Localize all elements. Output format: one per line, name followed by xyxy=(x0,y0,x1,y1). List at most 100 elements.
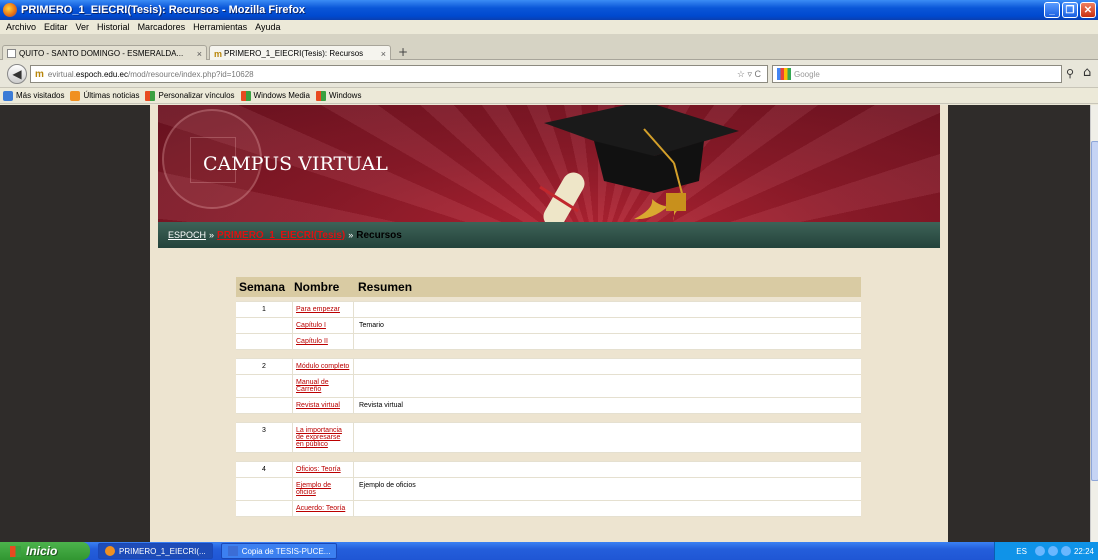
moodle-icon: m xyxy=(35,68,44,80)
menu-herramientas[interactable]: Herramientas xyxy=(193,22,247,32)
week-block: 3 La importancia de expresarse en públic… xyxy=(236,422,861,453)
firefox-icon xyxy=(3,3,17,17)
bookmark-windows-media[interactable]: Windows Media xyxy=(240,90,310,101)
table-row: Capítulo II xyxy=(236,334,861,350)
taskbar-item-firefox[interactable]: PRIMERO_1_EIECRI(... xyxy=(98,543,213,559)
windows-logo-icon xyxy=(10,545,21,557)
resource-link[interactable]: Revista virtual xyxy=(296,402,340,409)
taskbar: Inicio PRIMERO_1_EIECRI(... Copia de TES… xyxy=(0,542,1098,560)
menu-archivo[interactable]: Archivo xyxy=(6,22,36,32)
week-block: 2 Módulo completo Manual de Carreño Revi… xyxy=(236,358,861,414)
resource-link[interactable]: Para empezar xyxy=(296,306,340,313)
breadcrumb-course[interactable]: PRIMERO_1_EIECRI(Tesis) xyxy=(217,230,345,241)
windows-icon xyxy=(316,90,326,101)
bookmark-windows[interactable]: Windows xyxy=(316,90,362,101)
menu-ver[interactable]: Ver xyxy=(76,22,90,32)
resource-summary xyxy=(354,462,861,477)
tray-icon[interactable] xyxy=(1034,546,1045,556)
resource-link[interactable]: Manual de Carreño xyxy=(296,379,329,393)
banner-title: CAMPUS VIRTUAL xyxy=(203,153,388,175)
search-placeholder: Google xyxy=(794,69,820,79)
bookmark-personalizar[interactable]: Personalizar vínculos xyxy=(145,90,235,101)
week-block: 1 Para empezar Capítulo I Temario Capítu… xyxy=(236,301,861,350)
table-row: 3 La importancia de expresarse en públic… xyxy=(236,423,861,453)
week-number: 4 xyxy=(262,466,266,473)
resource-link[interactable]: Capítulo I xyxy=(296,322,326,329)
bookmark-star-icon[interactable]: ☆ ▿ C xyxy=(737,69,761,80)
resource-link[interactable]: Capítulo II xyxy=(296,338,328,345)
table-row: 2 Módulo completo xyxy=(236,359,861,375)
bookmark-label: Últimas noticias xyxy=(83,91,140,100)
firefox-icon xyxy=(105,546,115,556)
breadcrumb-espoch[interactable]: ESPOCH xyxy=(168,230,206,240)
resource-summary: Revista virtual xyxy=(359,402,403,409)
start-button[interactable]: Inicio xyxy=(0,542,90,560)
window-title: PRIMERO_1_EIECRI(Tesis): Recursos - Mozi… xyxy=(21,4,306,16)
bookmark-label: Windows Media xyxy=(253,91,310,100)
resource-link[interactable]: Acuerdo: Teoría xyxy=(296,505,345,512)
tab-label: QUITO - SANTO DOMINGO - ESMERALDA... xyxy=(19,49,184,58)
header-semana: Semana xyxy=(239,280,286,294)
window-titlebar: PRIMERO_1_EIECRI(Tesis): Recursos - Mozi… xyxy=(0,0,1098,20)
table-row: Manual de Carreño xyxy=(236,375,861,398)
resource-summary xyxy=(354,375,861,397)
google-icon xyxy=(777,68,791,80)
vertical-scrollbar[interactable] xyxy=(1090,105,1098,542)
table-row: Acuerdo: Teoría xyxy=(236,501,861,517)
page-viewport: CAMPUS VIRTUAL ESPOCH » PRIMERO_1_EIECRI… xyxy=(0,105,1090,542)
tab-recursos[interactable]: m PRIMERO_1_EIECRI(Tesis): Recursos × xyxy=(209,45,391,61)
url-host: espoch.edu.ec xyxy=(75,69,128,79)
new-tab-button[interactable]: + xyxy=(395,46,411,60)
resource-link[interactable]: Oficios: Teoría xyxy=(296,466,341,473)
menu-ayuda[interactable]: Ayuda xyxy=(255,22,280,32)
minimize-button[interactable]: _ xyxy=(1044,2,1060,18)
week-block: 4 Oficios: Teoría Ejemplo de oficios Eje… xyxy=(236,461,861,517)
url-bar[interactable]: m evirtual. espoch.edu.ec/mod/resource/in… xyxy=(30,65,768,83)
home-icon[interactable]: ⌂ xyxy=(1083,65,1091,80)
moodle-icon: m xyxy=(214,48,223,59)
bookmark-label: Más visitados xyxy=(16,91,65,100)
bookmark-label: Windows xyxy=(329,91,362,100)
tab-close-icon[interactable]: × xyxy=(197,49,202,59)
menu-editar[interactable]: Editar xyxy=(44,22,68,32)
language-indicator[interactable]: ES xyxy=(1016,547,1027,556)
resource-summary xyxy=(354,334,861,349)
tab-quito[interactable]: QUITO - SANTO DOMINGO - ESMERALDA... × xyxy=(2,45,207,61)
bookmark-ultimas-noticias[interactable]: Últimas noticias xyxy=(70,90,140,101)
bookmark-mas-visitados[interactable]: Más visitados xyxy=(3,90,65,101)
close-button[interactable]: ✕ xyxy=(1080,2,1096,18)
scrollbar-thumb[interactable] xyxy=(1091,141,1098,481)
start-label: Inicio xyxy=(26,544,58,558)
tray-icon[interactable] xyxy=(1047,546,1058,556)
tab-bar: QUITO - SANTO DOMINGO - ESMERALDA... × m… xyxy=(0,34,1098,61)
page-icon xyxy=(7,49,16,58)
week-number: 1 xyxy=(262,306,266,313)
bookmark-folder-icon xyxy=(3,90,13,101)
tab-close-icon[interactable]: × xyxy=(381,49,386,59)
clock: 22:24 xyxy=(1073,546,1094,556)
graduation-cap-icon xyxy=(539,105,739,222)
menu-historial[interactable]: Historial xyxy=(97,22,130,32)
resource-link[interactable]: Ejemplo de oficios xyxy=(296,482,331,496)
page-content: CAMPUS VIRTUAL ESPOCH » PRIMERO_1_EIECRI… xyxy=(150,105,948,542)
resource-link[interactable]: Módulo completo xyxy=(296,363,349,370)
rss-icon xyxy=(70,90,81,101)
tray-icon[interactable] xyxy=(1060,546,1071,556)
week-number: 3 xyxy=(262,427,266,434)
tab-label: PRIMERO_1_EIECRI(Tesis): Recursos xyxy=(224,49,364,58)
back-button[interactable]: ◀ xyxy=(7,64,27,84)
taskbar-item-word[interactable]: Copia de TESIS-PUCE... xyxy=(220,543,338,559)
table-row: 4 Oficios: Teoría xyxy=(236,462,861,478)
resource-summary: Temario xyxy=(359,322,384,329)
menu-bar: Archivo Editar Ver Historial Marcadores … xyxy=(0,20,1098,34)
windows-icon xyxy=(240,90,251,101)
week-number: 2 xyxy=(262,363,266,370)
resource-link[interactable]: La importancia de expresarse en público xyxy=(296,427,342,448)
breadcrumb: ESPOCH » PRIMERO_1_EIECRI(Tesis) » Recur… xyxy=(158,222,940,248)
menu-marcadores[interactable]: Marcadores xyxy=(138,22,186,32)
search-icon[interactable]: ⚲ xyxy=(1066,67,1074,80)
resource-summary xyxy=(354,302,861,317)
search-input[interactable]: Google xyxy=(772,65,1062,83)
restore-button[interactable]: ❐ xyxy=(1062,2,1078,18)
header-nombre: Nombre xyxy=(294,280,340,294)
